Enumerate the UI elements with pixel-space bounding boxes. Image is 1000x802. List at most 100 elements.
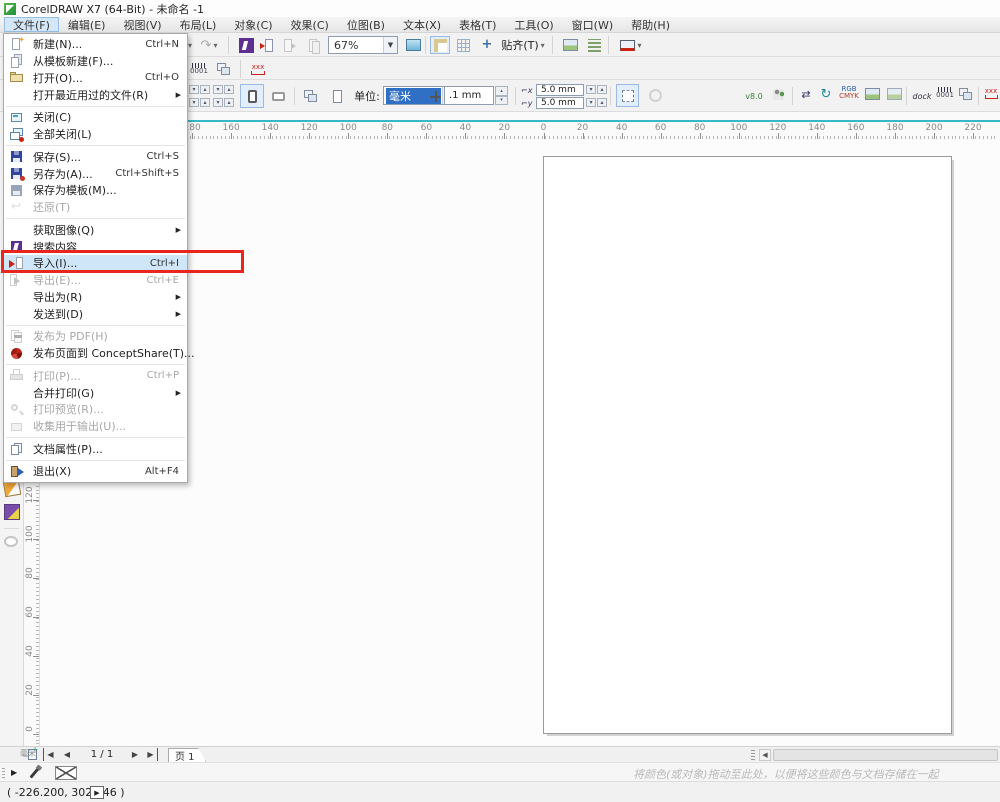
duplicate-x-field[interactable]: 5.0 mm <box>536 84 584 96</box>
show-rulers-button[interactable] <box>430 36 450 54</box>
rotate-options-button[interactable]: ↻ <box>817 85 835 103</box>
no-color-swatch[interactable] <box>55 766 77 780</box>
menubar-item-layout[interactable]: 布局(L) <box>171 17 226 32</box>
barcode-button-2[interactable]: 0001 <box>934 84 956 102</box>
treat-as-filled-button[interactable] <box>616 84 639 107</box>
page-height-spinner2[interactable]: ▾▴ <box>213 98 235 107</box>
publish-pdf-button[interactable] <box>302 36 322 54</box>
file-menu-item-document-properties[interactable]: 文档属性(P)... <box>4 440 187 457</box>
page-width-spinner[interactable]: ▾▴ <box>189 85 211 94</box>
file-menu-item-save-as-template[interactable]: 保存为模板(M)... <box>4 182 187 199</box>
first-page-button[interactable]: ◀ <box>43 748 57 761</box>
file-menu-item-close-all[interactable]: 全部关闭(L) <box>4 126 187 143</box>
file-menu-item-export[interactable]: 导出(E)...Ctrl+E <box>4 272 187 289</box>
file-menu-item-save[interactable]: 保存(S)...Ctrl+S <box>4 148 187 165</box>
layers-button-2[interactable] <box>956 85 976 103</box>
dock-button[interactable]: dock <box>910 87 934 105</box>
duplicate-tool-button[interactable] <box>214 60 234 78</box>
barcode-tool-button[interactable]: 0001 <box>188 60 210 78</box>
menubar-item-text[interactable]: 文本(X) <box>394 17 450 32</box>
file-menu-item-merge-print[interactable]: 合并打印(G)▶ <box>4 384 187 401</box>
drawing-page[interactable] <box>543 156 952 734</box>
duplicate-y-field[interactable]: 5.0 mm <box>536 97 584 109</box>
file-menu-item-save-as[interactable]: 另存为(A)...Ctrl+Shift+S <box>4 165 187 182</box>
menu-item-label: 文档属性(P)... <box>33 441 179 457</box>
scroll-left-button[interactable]: ◀ <box>759 749 771 761</box>
menubar-item-file[interactable]: 文件(F) <box>4 17 59 32</box>
duplicate-y-spinner[interactable]: ▾▴ <box>586 98 608 107</box>
page-counter[interactable]: 1 / 1 <box>80 748 124 761</box>
options-button[interactable] <box>560 36 580 54</box>
eyedropper-icon[interactable] <box>29 767 39 778</box>
palette-flyout-arrow-icon[interactable]: ▶ <box>11 768 17 777</box>
outline-tool-icon-disabled[interactable] <box>4 536 18 547</box>
menubar-item-view[interactable]: 视图(V) <box>114 17 170 32</box>
nudge-offset-field[interactable]: .1 mm <box>444 86 494 105</box>
menubar-item-object[interactable]: 对象(C) <box>225 17 281 32</box>
snap-to-dropdown[interactable]: 贴齐(T)▾ <box>500 36 546 54</box>
menubar-item-effects[interactable]: 效果(C) <box>282 17 338 32</box>
file-menu-item-send-to[interactable]: 发送到(D)▶ <box>4 305 187 322</box>
menubar-item-edit[interactable]: 编辑(E) <box>59 17 115 32</box>
page-tab[interactable]: 页 1 <box>168 748 206 762</box>
export-icon <box>283 38 298 53</box>
zoom-dropdown-icon[interactable]: ▼ <box>383 37 397 53</box>
file-menu-item-export-for[interactable]: 导出为(R)▶ <box>4 289 187 306</box>
page-height-spinner[interactable]: ▾▴ <box>189 98 211 107</box>
next-page-button[interactable]: ▶ <box>128 748 142 761</box>
all-pages-button[interactable] <box>299 84 323 108</box>
page-width-spinner2[interactable]: ▾▴ <box>213 85 235 94</box>
file-menu-item-close[interactable]: 关闭(C) <box>4 109 187 126</box>
menu-item-label: 合并打印(G) <box>33 385 176 401</box>
menubar-item-table[interactable]: 表格(T) <box>450 17 505 32</box>
previous-page-button[interactable]: ◀ <box>60 748 74 761</box>
portrait-orientation-button[interactable] <box>240 84 264 108</box>
color-conversion-button[interactable]: RGB CMYK <box>838 84 860 102</box>
zoom-level-combobox[interactable]: 67% ▼ <box>328 36 398 54</box>
file-menu-item-collect-for-output[interactable]: 收集用于输出(U)... <box>4 418 187 435</box>
file-menu-item-print-preview[interactable]: 打印预览(R)... <box>4 401 187 418</box>
file-menu-item-new[interactable]: 新建(N)...Ctrl+N <box>4 36 187 53</box>
image-settings-button-2[interactable] <box>884 85 904 103</box>
menubar-item-bitmaps[interactable]: 位图(B) <box>338 17 394 32</box>
file-menu-item-exit[interactable]: 退出(X)Alt+F4 <box>4 463 187 480</box>
show-guidelines-button[interactable] <box>476 36 496 54</box>
dimension-tool-button[interactable]: xxx <box>246 60 270 78</box>
fullscreen-preview-button[interactable] <box>403 36 423 54</box>
menubar-item-window[interactable]: 窗口(W) <box>563 17 622 32</box>
last-page-button[interactable]: ▶ <box>144 748 158 761</box>
file-menu-item-open-recent[interactable]: 打开最近用过的文件(R)▶ <box>4 86 187 103</box>
palette-grip[interactable] <box>2 767 5 778</box>
compatibility-version-button[interactable]: v8.0 <box>742 87 766 105</box>
file-menu-item-new-from-template[interactable]: 从模板新建(F)... <box>4 53 187 70</box>
redo-button[interactable]: ↷▾ <box>195 36 223 54</box>
wireframe-button[interactable] <box>644 84 667 107</box>
show-grid-button[interactable] <box>453 36 473 54</box>
nudge-spinner[interactable]: ▴▾ <box>495 86 508 105</box>
scrollbar-splitter[interactable] <box>751 750 755 760</box>
file-menu-item-print[interactable]: 打印(P)...Ctrl+P <box>4 367 187 384</box>
customize-button[interactable] <box>584 36 604 54</box>
file-menu-item-open[interactable]: 打开(O)...Ctrl+O <box>4 70 187 87</box>
image-settings-button[interactable] <box>862 85 882 103</box>
status-expand-button[interactable]: ▶ <box>90 786 104 799</box>
landscape-orientation-button[interactable] <box>266 84 290 108</box>
menubar-item-help[interactable]: 帮助(H) <box>622 17 679 32</box>
app-launcher-button[interactable]: ▾ <box>616 36 646 54</box>
file-menu-item-publish-pdf[interactable]: 发布为 PDF(H) <box>4 328 187 345</box>
duplicate-x-spinner[interactable]: ▾▴ <box>586 85 608 94</box>
file-menu-item-revert[interactable]: 还原(T) <box>4 199 187 216</box>
share-settings-button[interactable] <box>768 85 788 103</box>
file-menu-item-publish-conceptshare[interactable]: 发布页面到 ConceptShare(T)... <box>4 345 187 362</box>
search-content-button[interactable] <box>236 36 256 54</box>
resize-options-button[interactable]: ⇄ <box>797 85 815 103</box>
horizontal-scrollbar-thumb[interactable] <box>773 749 998 761</box>
interactive-fill-tool-icon[interactable] <box>4 504 20 520</box>
menubar-item-tools[interactable]: 工具(O) <box>505 17 562 32</box>
import-button[interactable] <box>258 36 278 54</box>
dimension-button-2[interactable]: xxx <box>982 84 1000 102</box>
revert-icon <box>9 200 24 215</box>
current-page-button[interactable] <box>325 84 349 108</box>
export-button[interactable] <box>280 36 300 54</box>
file-menu-item-acquire-image[interactable]: 获取图像(Q)▶ <box>4 221 187 238</box>
